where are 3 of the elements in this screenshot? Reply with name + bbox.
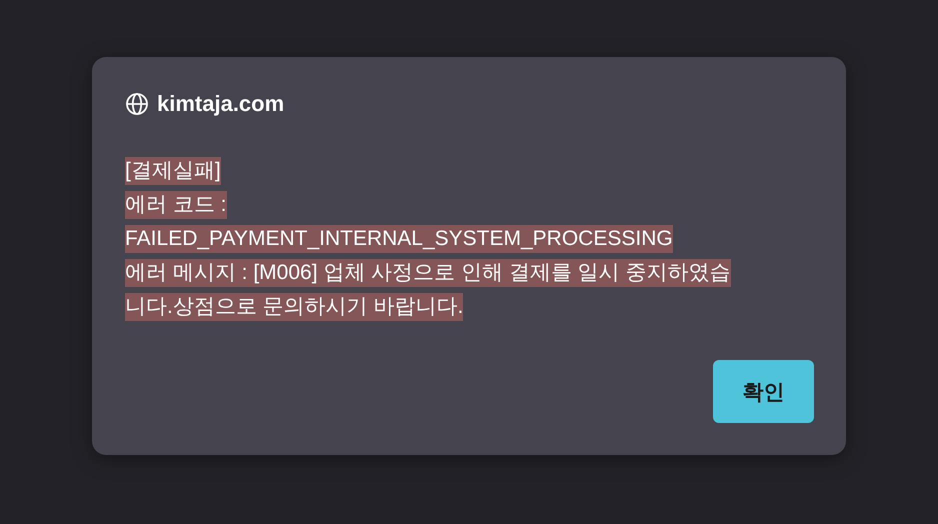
site-name: kimtaja.com <box>157 91 284 117</box>
confirm-button[interactable]: 확인 <box>713 360 814 423</box>
globe-icon <box>125 92 149 116</box>
